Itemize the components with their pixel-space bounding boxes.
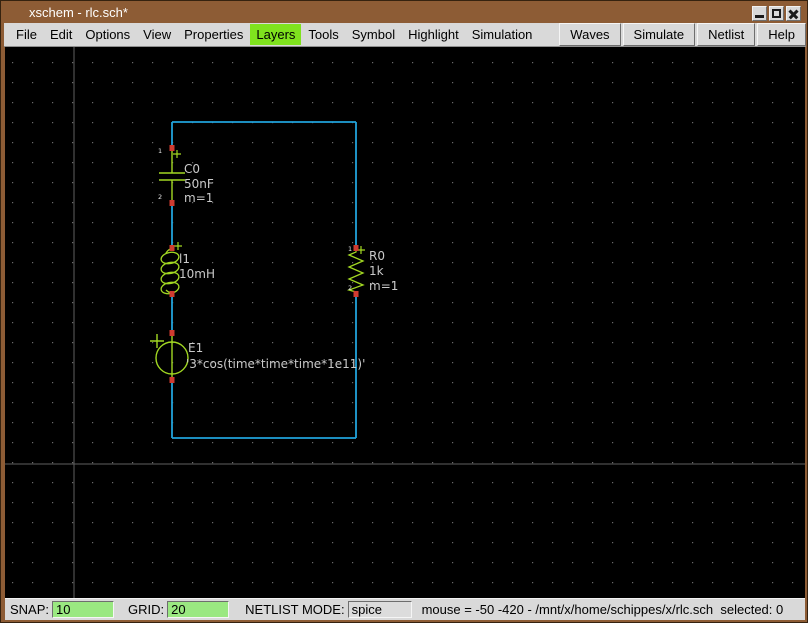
resistor-value-label: 1k [369, 264, 384, 278]
menu-options[interactable]: Options [79, 24, 136, 45]
minimize-icon [755, 15, 764, 18]
maximize-icon [772, 9, 781, 18]
menu-edit[interactable]: Edit [44, 24, 78, 45]
source-value-label: '3*cos(time*time*time*1e11)' [186, 357, 365, 371]
menu-layers[interactable]: Layers [250, 24, 301, 45]
menu-properties[interactable]: Properties [178, 24, 249, 45]
inductor-pin2-terminal[interactable] [170, 291, 175, 297]
source-pin1-terminal[interactable] [170, 330, 175, 336]
resistor-mult-label: m=1 [369, 279, 398, 293]
capacitor-value-label: 50nF [184, 177, 214, 191]
netlist-button[interactable]: Netlist [697, 23, 755, 46]
snap-input[interactable] [52, 601, 114, 618]
menu-file[interactable]: File [10, 24, 43, 45]
drawing-canvas[interactable]: 1 2 C0 50nF m=1 l1 10mH [5, 47, 805, 598]
grid-dots [5, 47, 805, 598]
inductor-ref-label: l1 [179, 252, 190, 266]
status-bar: SNAP: GRID: NETLIST MODE: mouse = -50 -4… [5, 598, 805, 620]
netlist-mode-label: NETLIST MODE: [245, 602, 344, 617]
grid-label: GRID: [128, 602, 164, 617]
title-bar: xschem - rlc.sch* [2, 2, 806, 23]
grid-input[interactable] [167, 601, 229, 618]
close-button[interactable] [786, 6, 801, 21]
inductor-pin1-terminal[interactable] [170, 245, 175, 251]
menu-bar: File Edit Options View Properties Layers… [4, 23, 806, 47]
menu-highlight[interactable]: Highlight [402, 24, 465, 45]
resistor-pin2-number: 2 [348, 284, 352, 292]
resistor-pin1-number: 1 [348, 245, 352, 253]
snap-label: SNAP: [10, 602, 49, 617]
capacitor-pin1-number: 1 [158, 147, 162, 155]
mouse-status-text: mouse = -50 -420 - /mnt/x/home/schippes/… [422, 602, 784, 617]
waves-button[interactable]: Waves [559, 23, 620, 46]
resistor-pin2-terminal[interactable] [354, 291, 359, 297]
resistor-pin1-terminal[interactable] [354, 245, 359, 251]
maximize-button[interactable] [769, 6, 784, 21]
window-title: xschem - rlc.sch* [29, 2, 128, 23]
capacitor-mult-label: m=1 [184, 191, 213, 205]
menu-tools[interactable]: Tools [302, 24, 344, 45]
toolbar-buttons: Waves Simulate Netlist Help [557, 23, 806, 46]
xschem-window: xschem - rlc.sch* File Edit Options View… [0, 0, 808, 623]
source-pin2-terminal[interactable] [170, 377, 175, 383]
menu-simulation[interactable]: Simulation [466, 24, 539, 45]
resistor-ref-label: R0 [369, 249, 385, 263]
source-ref-label: E1 [188, 341, 203, 355]
capacitor-pin2-terminal[interactable] [170, 200, 175, 206]
capacitor-pin1-terminal[interactable] [170, 145, 175, 151]
inductor-value-label: 10mH [179, 267, 215, 281]
menu-view[interactable]: View [137, 24, 177, 45]
capacitor-ref-label: C0 [184, 162, 200, 176]
netlist-mode-input[interactable] [348, 601, 412, 618]
simulate-button[interactable]: Simulate [623, 23, 696, 46]
schematic-canvas[interactable]: 1 2 C0 50nF m=1 l1 10mH [5, 47, 805, 598]
menu-symbol[interactable]: Symbol [346, 24, 401, 45]
capacitor-pin2-number: 2 [158, 193, 162, 201]
minimize-button[interactable] [752, 6, 767, 21]
help-button[interactable]: Help [757, 23, 806, 46]
